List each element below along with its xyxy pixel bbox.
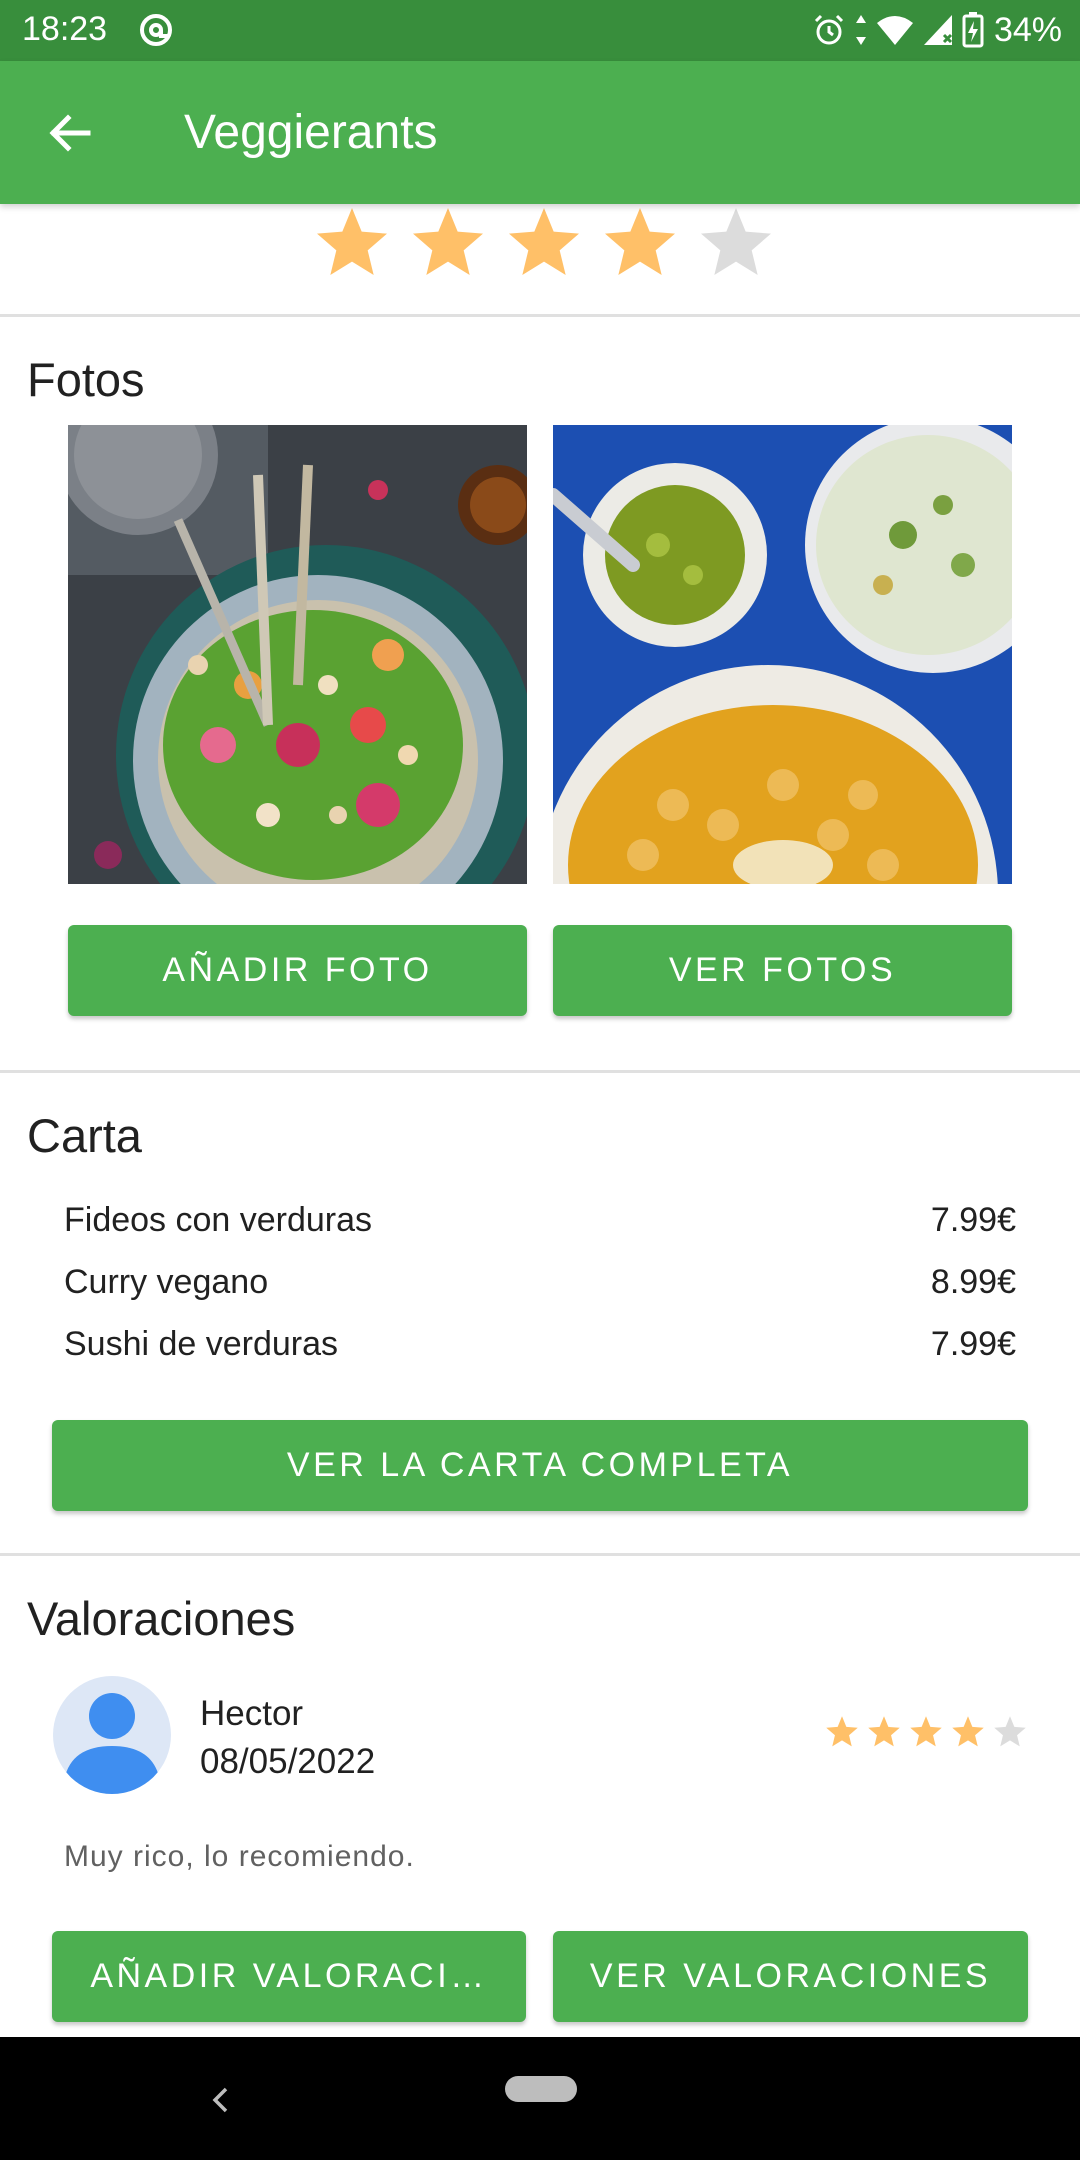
nav-home-pill[interactable] xyxy=(505,2076,577,2102)
menu-item-name: Curry vegano xyxy=(64,1263,269,1301)
view-photos-button[interactable]: VER FOTOS xyxy=(553,925,1012,1016)
add-review-button[interactable]: AÑADIR VALORACI… xyxy=(52,1931,526,2022)
review-date: 08/05/2022 xyxy=(200,1742,376,1781)
page-title: Veggierants xyxy=(184,106,438,159)
restaurant-photo[interactable] xyxy=(68,425,527,884)
add-photo-button[interactable]: AÑADIR FOTO xyxy=(68,925,527,1016)
battery-percent: 34% xyxy=(993,10,1062,49)
nav-back-icon[interactable] xyxy=(206,2083,234,2117)
restaurant-rating xyxy=(312,203,776,283)
menu-item: Sushi de verduras 7.99€ xyxy=(64,1325,1016,1364)
star-empty-icon xyxy=(701,208,771,275)
navigation-bar xyxy=(0,2037,1080,2160)
menu-item: Curry vegano 8.99€ xyxy=(64,1263,1016,1302)
reviews-title: Valoraciones xyxy=(27,1592,296,1645)
battery-charging-icon xyxy=(962,12,984,48)
menu-item-name: Fideos con verduras xyxy=(64,1201,373,1239)
restaurant-photo[interactable] xyxy=(553,425,1012,884)
photos-title: Fotos xyxy=(27,353,145,406)
menu-item: Fideos con verduras 7.99€ xyxy=(64,1201,1016,1240)
star-filled-icon xyxy=(826,1716,858,1747)
signal-icon xyxy=(923,15,952,45)
star-filled-icon xyxy=(605,208,675,275)
divider xyxy=(0,314,1080,317)
wifi-icon xyxy=(876,16,913,45)
star-filled-icon xyxy=(509,208,579,275)
user-icon xyxy=(63,1693,161,1794)
back-arrow-icon[interactable] xyxy=(44,107,96,159)
app-bar: Veggierants xyxy=(0,61,1080,204)
star-filled-icon xyxy=(317,208,387,275)
star-empty-icon xyxy=(994,1716,1026,1747)
view-full-menu-button[interactable]: VER LA CARTA COMPLETA xyxy=(52,1420,1028,1511)
menu-item-price: 7.99€ xyxy=(930,1201,1016,1239)
menu-item-name: Sushi de verduras xyxy=(64,1325,339,1363)
divider xyxy=(0,1070,1080,1073)
review-text: Muy rico, lo recomiendo. xyxy=(64,1840,415,1873)
status-bar: 18:23 34% xyxy=(0,0,1080,61)
star-filled-icon xyxy=(910,1716,942,1747)
menu-title: Carta xyxy=(27,1109,142,1162)
menu-item-price: 7.99€ xyxy=(930,1325,1016,1363)
star-filled-icon xyxy=(413,208,483,275)
star-filled-icon xyxy=(868,1716,900,1747)
status-icons: 34% xyxy=(812,8,1062,52)
review-author: Hector xyxy=(200,1694,304,1733)
data-arrows-icon xyxy=(855,15,866,45)
review-rating xyxy=(824,1714,1028,1750)
alarm-icon xyxy=(814,14,843,45)
avatar xyxy=(53,1676,171,1794)
at-sign-icon xyxy=(140,14,172,46)
menu-item-price: 8.99€ xyxy=(930,1263,1016,1301)
view-reviews-button[interactable]: VER VALORACIONES xyxy=(553,1931,1028,2022)
divider xyxy=(0,1553,1080,1556)
status-time: 18:23 xyxy=(22,10,108,48)
star-filled-icon xyxy=(952,1716,984,1747)
